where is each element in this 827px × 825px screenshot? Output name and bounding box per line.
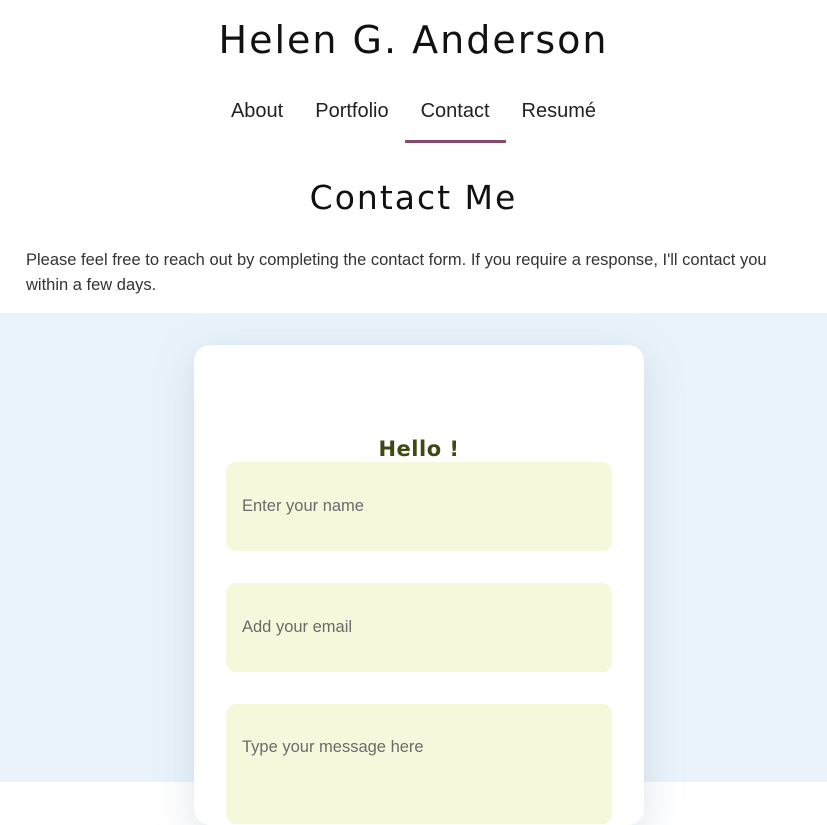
main-nav: About Portfolio Contact Resumé xyxy=(0,98,827,143)
site-title: Helen G. Anderson xyxy=(218,18,609,62)
email-input[interactable] xyxy=(226,583,612,672)
nav-item-about[interactable]: About xyxy=(215,98,299,143)
intro-text: Please feel free to reach out by complet… xyxy=(26,251,767,294)
nav-item-contact[interactable]: Contact xyxy=(404,98,506,143)
name-input[interactable] xyxy=(226,462,612,551)
page-heading: Contact Me xyxy=(309,178,518,217)
nav-item-portfolio[interactable]: Portfolio xyxy=(299,98,404,143)
form-title: Hello ! xyxy=(378,437,460,461)
contact-form-section: Hello ! xyxy=(0,313,827,825)
contact-form-card: Hello ! xyxy=(194,345,644,825)
message-textarea[interactable] xyxy=(226,704,612,824)
nav-item-resume[interactable]: Resumé xyxy=(506,98,612,143)
site-header: Helen G. Anderson About Portfolio Contac… xyxy=(0,0,827,313)
